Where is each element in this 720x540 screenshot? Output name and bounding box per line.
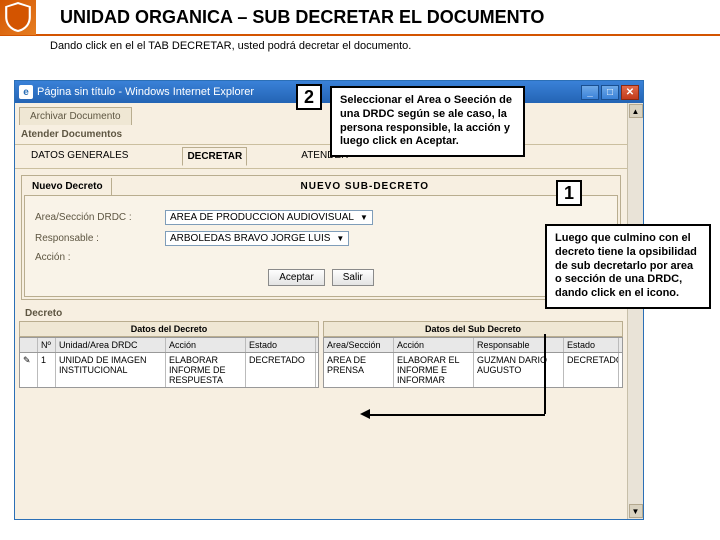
col-area-seccion: Area/Sección [324, 338, 394, 352]
cell-unidad: UNIDAD DE IMAGEN INSTITUCIONAL [56, 353, 166, 387]
col-accion-r: Acción [394, 338, 474, 352]
tab-decretar[interactable]: DECRETAR [182, 147, 247, 166]
callout-box-1: Luego que culmino con el decreto tiene l… [545, 224, 711, 309]
scroll-up-button[interactable]: ▲ [629, 104, 643, 118]
cell-estado: DECRETADO [246, 353, 316, 387]
col-estado-r: Estado [564, 338, 619, 352]
cell-area-seccion: AREA DE PRENSA [324, 353, 394, 387]
cell-accion-r: ELABORAR EL INFORME E INFORMAR [394, 353, 474, 387]
page-title: UNIDAD ORGANICA – SUB DECRETAR EL DOCUME… [60, 7, 544, 28]
callout-number-1: 1 [556, 180, 582, 206]
ie-content: Archivar Documento Atender Documentos DA… [15, 103, 627, 519]
aceptar-button[interactable]: Aceptar [268, 269, 324, 286]
chevron-down-icon: ▼ [336, 234, 344, 243]
table-row[interactable]: AREA DE PRENSA ELABORAR EL INFORME E INF… [324, 353, 622, 387]
page-subtitle: Dando click en el el TAB DECRETAR, usted… [0, 36, 720, 56]
col-accion: Acción [166, 338, 246, 352]
col-estado: Estado [246, 338, 316, 352]
col-responsable: Responsable [474, 338, 564, 352]
col-unidad: Unidad/Area DRDC [56, 338, 166, 352]
callout-box-2: Seleccionar el Area o Seeción de una DRD… [330, 86, 525, 157]
select-area[interactable]: AREA DE PRODUCCION AUDIOVISUAL ▼ [165, 210, 373, 225]
arrow-line [370, 414, 545, 416]
tab-archivar[interactable]: Archivar Documento [19, 107, 132, 125]
ie-icon: e [19, 85, 33, 99]
chevron-down-icon: ▼ [360, 213, 368, 222]
salir-button[interactable]: Salir [332, 269, 374, 286]
grid-right-header: Datos del Sub Decreto [323, 321, 623, 337]
label-area: Area/Sección DRDC : [35, 212, 165, 223]
maximize-button[interactable]: □ [601, 85, 619, 100]
grid-right: Area/Sección Acción Responsable Estado A… [323, 337, 623, 388]
subtab-row: DATOS GENERALES DECRETAR ATENDER [15, 144, 627, 169]
label-responsable: Responsable : [35, 233, 165, 244]
label-accion: Acción : [35, 252, 165, 263]
grid-area: Decreto Datos del Decreto Nº Unidad/Area… [19, 306, 623, 388]
cell-n: 1 [38, 353, 56, 387]
callout-number-2: 2 [296, 84, 322, 110]
section-atender: Atender Documentos [15, 125, 627, 144]
select-area-value: AREA DE PRODUCCION AUDIOVISUAL [170, 212, 354, 223]
arrow-head-icon [360, 409, 370, 419]
grid-left: Nº Unidad/Area DRDC Acción Estado ✎ 1 UN… [19, 337, 319, 388]
form-header-right: NUEVO SUB-DECRETO [111, 178, 618, 195]
grid-left-header: Datos del Decreto [19, 321, 319, 337]
col-n: Nº [38, 338, 56, 352]
arrow-vert [544, 334, 546, 414]
select-responsable[interactable]: ARBOLEDAS BRAVO JORGE LUIS ▼ [165, 231, 349, 246]
form-panel: Nuevo Decreto NUEVO SUB-DECRETO Area/Sec… [21, 175, 621, 300]
ie-window-title: Página sin título - Windows Internet Exp… [37, 86, 254, 98]
shield-icon [0, 0, 36, 35]
minimize-button[interactable]: _ [581, 85, 599, 100]
grid-title-decreto: Decreto [19, 306, 623, 321]
edit-icon[interactable]: ✎ [20, 353, 38, 387]
scroll-down-button[interactable]: ▼ [629, 504, 643, 518]
vertical-scrollbar[interactable]: ▲ ▼ [627, 103, 643, 519]
slide-header: UNIDAD ORGANICA – SUB DECRETAR EL DOCUME… [0, 0, 720, 36]
close-button[interactable]: ✕ [621, 85, 639, 100]
cell-responsable: GUZMAN DARIO AUGUSTO [474, 353, 564, 387]
cell-accion: ELABORAR INFORME DE RESPUESTA [166, 353, 246, 387]
form-header-left: Nuevo Decreto [24, 178, 111, 195]
ie-titlebar: e Página sin título - Windows Internet E… [15, 81, 643, 103]
cell-estado-r: DECRETADO [564, 353, 619, 387]
tab-datos-generales[interactable]: DATOS GENERALES [27, 147, 132, 166]
select-responsable-value: ARBOLEDAS BRAVO JORGE LUIS [170, 233, 330, 244]
table-row[interactable]: ✎ 1 UNIDAD DE IMAGEN INSTITUCIONAL ELABO… [20, 353, 318, 387]
